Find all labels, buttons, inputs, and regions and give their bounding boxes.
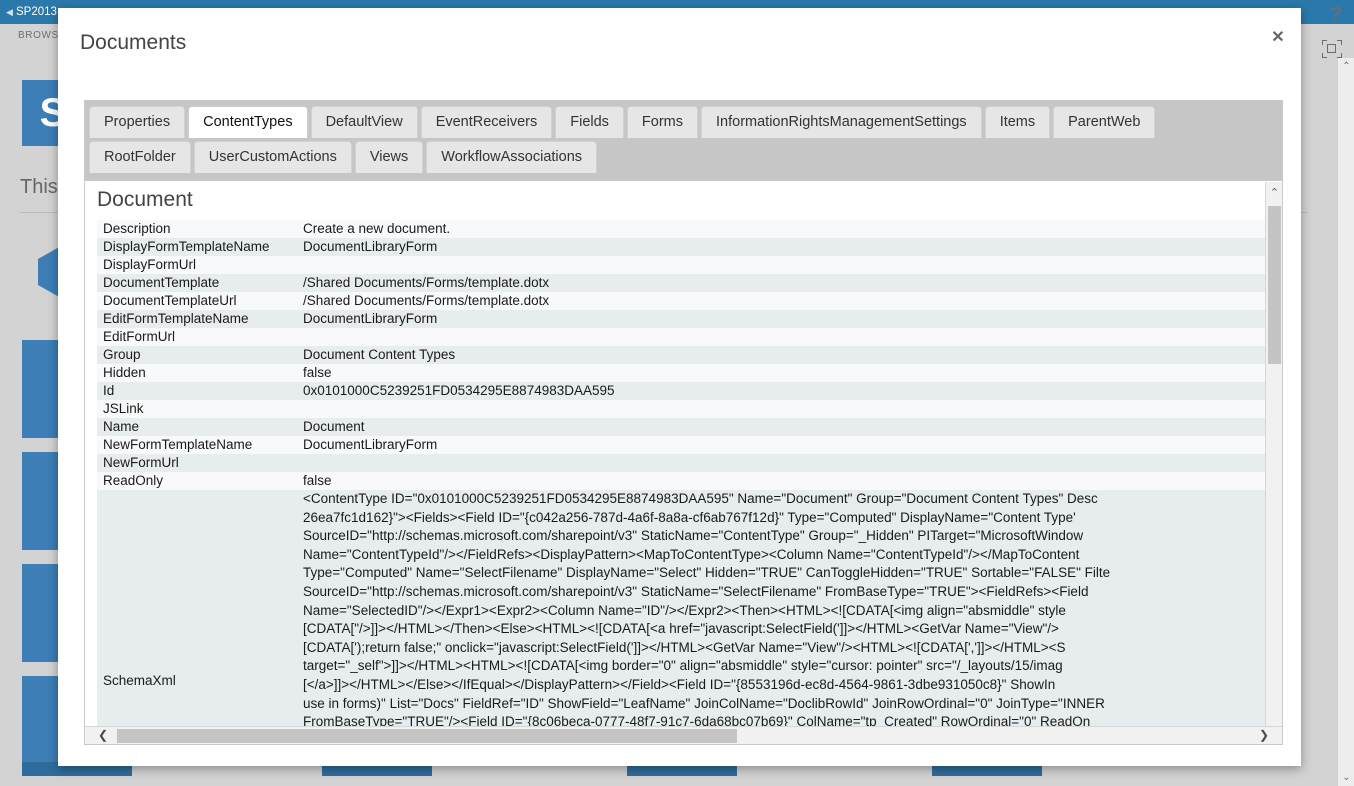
page-heading: This bbox=[20, 176, 58, 198]
tab-panel: Properties ContentTypes DefaultView Even… bbox=[84, 100, 1283, 745]
tab-properties[interactable]: Properties bbox=[89, 106, 186, 138]
property-key: EditFormTemplateName bbox=[103, 311, 249, 326]
property-key: Id bbox=[103, 383, 115, 398]
inner-box bbox=[1327, 44, 1336, 53]
table-row: ReadOnly false bbox=[97, 472, 1267, 490]
table-row: JSLink bbox=[97, 400, 1267, 418]
tab-row-2: RootFolder UserCustomActions Views Workf… bbox=[89, 141, 1278, 173]
property-value: DocumentLibraryForm bbox=[303, 239, 438, 254]
property-value bbox=[297, 256, 1267, 274]
focus-on-content-icon[interactable] bbox=[1322, 40, 1342, 58]
content-scrollbar-vertical[interactable]: ⌃ ⌄ bbox=[1265, 182, 1282, 744]
property-key: DocumentTemplateUrl bbox=[103, 293, 237, 308]
tab-informationrightsmanagementsettings[interactable]: InformationRightsManagementSettings bbox=[701, 106, 982, 138]
tab-contenttypes[interactable]: ContentTypes bbox=[188, 106, 308, 138]
scroll-up-arrow-icon[interactable]: ⌃ bbox=[1338, 58, 1354, 75]
properties-table: Description Create a new document. Display… bbox=[97, 220, 1267, 744]
table-row: DocumentTemplate/Shared Documents/Forms/… bbox=[97, 274, 1267, 292]
tab-defaultview[interactable]: DefaultView bbox=[310, 106, 418, 138]
tab-rootfolder[interactable]: RootFolder bbox=[89, 141, 191, 173]
property-value-schemaxml: <ContentType ID="0x0101000C5239251FD0534… bbox=[297, 490, 1267, 744]
content-type-title: Document bbox=[97, 188, 193, 211]
property-key: DisplayFormTemplateName bbox=[103, 239, 270, 254]
corner-mark bbox=[1337, 40, 1342, 45]
property-key: DisplayFormUrl bbox=[103, 257, 197, 272]
content-scrollbar-horizontal[interactable]: ❮ ❯ bbox=[85, 726, 1282, 744]
site-title[interactable]: SP2013 bbox=[16, 0, 57, 24]
table-row-schemaxml: SchemaXml <ContentType ID="0x0101000C5239… bbox=[97, 490, 1267, 744]
scroll-right-arrow-icon[interactable]: ❯ bbox=[1254, 727, 1274, 745]
tab-strip: Properties ContentTypes DefaultView Even… bbox=[85, 101, 1282, 181]
tab-items[interactable]: Items bbox=[984, 106, 1051, 138]
property-value: 0x0101000C5239251FD0534295E8874983DAA595 bbox=[303, 383, 615, 398]
table-row: DisplayFormTemplateName DocumentLibraryFo… bbox=[97, 238, 1267, 256]
dialog-title: Documents bbox=[80, 31, 187, 54]
table-row: DocumentTemplateUrl/Shared Documents/For… bbox=[97, 292, 1267, 310]
property-key: Hidden bbox=[103, 365, 146, 380]
property-value bbox=[297, 400, 1267, 418]
property-value bbox=[297, 454, 1267, 472]
property-key: ReadOnly bbox=[103, 473, 164, 488]
table-row: Hidden false bbox=[97, 364, 1267, 382]
tab-views[interactable]: Views bbox=[354, 141, 424, 173]
scroll-thumb-horizontal[interactable] bbox=[117, 729, 737, 743]
page-scrollbar-vertical[interactable]: ⌃ ⌄ bbox=[1337, 58, 1354, 786]
property-key: Group bbox=[103, 347, 141, 362]
scroll-down-arrow-icon[interactable]: ⌄ bbox=[1338, 769, 1354, 786]
schema-xml-text: <ContentType ID="0x0101000C5239251FD0534… bbox=[303, 491, 1111, 744]
table-row: Description Create a new document. bbox=[97, 220, 1267, 238]
table-row: DisplayFormUrl bbox=[97, 256, 1267, 274]
property-key: JSLink bbox=[103, 401, 144, 416]
tab-usercustomactions[interactable]: UserCustomActions bbox=[193, 141, 352, 173]
tab-fields[interactable]: Fields bbox=[555, 106, 624, 138]
property-key: Description bbox=[103, 221, 171, 236]
back-arrow-icon[interactable]: ◀ bbox=[6, 0, 13, 24]
documents-modal-dialog: Documents ✕ Properties ContentTypes Defa… bbox=[58, 8, 1301, 766]
table-row: EditFormTemplateName DocumentLibraryForm bbox=[97, 310, 1267, 328]
property-key: EditFormUrl bbox=[103, 329, 176, 344]
scroll-up-arrow-icon[interactable]: ⌃ bbox=[1266, 184, 1282, 202]
property-value: /Shared Documents/Forms/template.dotx bbox=[303, 275, 550, 290]
property-key: NewFormUrl bbox=[103, 455, 179, 470]
tab-forms[interactable]: Forms bbox=[626, 106, 699, 138]
property-key: Name bbox=[103, 419, 140, 434]
table-row: Id 0x0101000C5239251FD0534295E8874983DAA5… bbox=[97, 382, 1267, 400]
property-value: DocumentLibraryForm bbox=[303, 437, 438, 452]
property-key: NewFormTemplateName bbox=[103, 437, 253, 452]
tab-parentweb[interactable]: ParentWeb bbox=[1053, 106, 1156, 138]
property-value: false bbox=[303, 473, 332, 488]
table-row: Name Document bbox=[97, 418, 1267, 436]
property-value: false bbox=[303, 365, 332, 380]
scroll-thumb-vertical[interactable] bbox=[1268, 206, 1281, 364]
tab-content-contenttypes: Document Description Create a new documen… bbox=[85, 182, 1282, 744]
property-value: Document bbox=[303, 419, 365, 434]
corner-mark bbox=[1322, 53, 1327, 58]
property-value: DocumentLibraryForm bbox=[303, 311, 438, 326]
property-key: SchemaXml bbox=[103, 673, 176, 688]
property-value: /Shared Documents/Forms/template.dotx bbox=[303, 293, 550, 308]
tab-workflowassociations[interactable]: WorkflowAssociations bbox=[426, 141, 598, 173]
property-value: Create a new document. bbox=[303, 221, 451, 236]
tab-row-1: Properties ContentTypes DefaultView Even… bbox=[89, 106, 1278, 138]
scroll-left-arrow-icon[interactable]: ❮ bbox=[93, 727, 113, 745]
close-icon[interactable]: ✕ bbox=[1265, 25, 1291, 51]
property-key: DocumentTemplate bbox=[103, 275, 220, 290]
property-value: Document Content Types bbox=[303, 347, 456, 362]
table-row: EditFormUrl bbox=[97, 328, 1267, 346]
table-row: NewFormTemplateName DocumentLibraryForm bbox=[97, 436, 1267, 454]
table-row: Group Document Content Types bbox=[97, 346, 1267, 364]
property-value bbox=[297, 328, 1267, 346]
tab-eventreceivers[interactable]: EventReceivers bbox=[420, 106, 553, 138]
table-row: NewFormUrl bbox=[97, 454, 1267, 472]
help-icon[interactable]: ? bbox=[1330, 4, 1342, 26]
